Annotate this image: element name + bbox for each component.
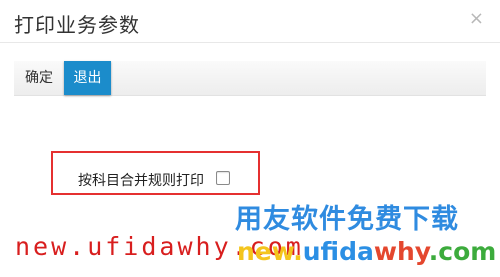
merge-print-label: 按科目合并规则打印 (78, 173, 204, 189)
watermark-title: 用友软件免费下载 (235, 204, 459, 235)
exit-button[interactable]: 退出 (64, 61, 111, 95)
watermark-url-part: .com (428, 237, 497, 266)
merge-print-checkbox[interactable] (216, 171, 230, 185)
dialog-title-bar: 打印业务参数 × (0, 0, 500, 43)
toolbar: 确定 退出 (14, 61, 486, 96)
close-icon[interactable]: × (469, 10, 484, 28)
confirm-button[interactable]: 确定 (14, 61, 64, 95)
watermark-url-color: new.ufidawhy.com (237, 237, 496, 266)
dialog-title: 打印业务参数 (14, 13, 140, 37)
watermark-url-part: new. (237, 237, 303, 266)
watermark-url-part: ufida (302, 237, 374, 266)
watermark-url-part: why (373, 237, 429, 266)
